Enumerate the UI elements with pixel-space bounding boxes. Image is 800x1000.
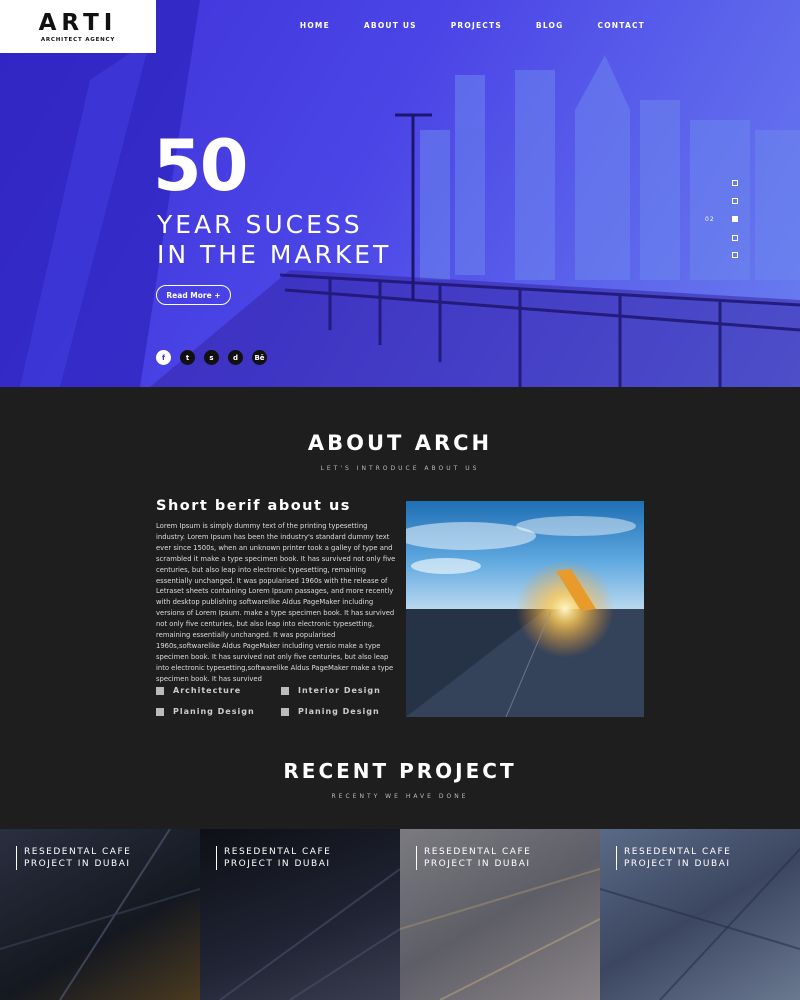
checkbox-icon: [156, 707, 164, 716]
read-more-button[interactable]: Read More +: [156, 285, 231, 305]
nav-about-us[interactable]: ABOUT US: [364, 21, 417, 30]
logo-title: ARTI: [38, 9, 118, 36]
slider-dot-5[interactable]: [732, 252, 738, 258]
project-caption-line2: PROJECT IN DUBAI: [24, 859, 131, 869]
slider-dot-2-inactive[interactable]: [732, 198, 738, 204]
slide-number: 02: [705, 216, 715, 223]
project-caption-line1: RESEDENTAL CAFE: [424, 847, 532, 857]
checkbox-icon: [281, 707, 289, 716]
hero-section: ARTI ARCHITECT AGENCY HOME ABOUT US PROJ…: [0, 0, 800, 387]
project-caption: RESEDENTAL CAFE PROJECT IN DUBAI: [616, 846, 731, 870]
feature-label: Planing Design: [173, 707, 255, 716]
project-caption-line2: PROJECT IN DUBAI: [424, 859, 531, 869]
slider-dot-4[interactable]: [732, 235, 738, 241]
logo-subtitle: ARCHITECT AGENCY: [40, 36, 116, 43]
feature-label: Interior Design: [298, 686, 381, 695]
about-subtitle: LET'S INTRODUCE ABOUT US: [320, 465, 480, 472]
project-caption-line1: RESEDENTAL CAFE: [24, 847, 132, 857]
project-caption-line2: PROJECT IN DUBAI: [624, 859, 731, 869]
brief-title: Short berif about us: [156, 498, 351, 514]
feature-planing-design: Planing Design: [156, 707, 255, 716]
feature-interior-design: Interior Design: [281, 686, 381, 695]
feature-label: Planing Design: [298, 707, 380, 716]
skype-icon[interactable]: s: [204, 350, 219, 365]
hero-headline-line1: YEAR SUCESS: [157, 210, 363, 239]
nav-blog[interactable]: BLOG: [536, 21, 564, 30]
facebook-icon[interactable]: f: [156, 350, 171, 365]
project-caption-line2: PROJECT IN DUBAI: [224, 859, 331, 869]
slider-dot-active[interactable]: [732, 216, 738, 222]
nav-home[interactable]: HOME: [300, 21, 330, 30]
project-caption: RESEDENTAL CAFE PROJECT IN DUBAI: [416, 846, 531, 870]
social-links: f t s d Bē: [156, 350, 276, 365]
main-nav: HOME ABOUT US PROJECTS BLOG CONTACT: [300, 21, 645, 30]
checkbox-icon: [156, 686, 164, 695]
project-caption: RESEDENTAL CAFE PROJECT IN DUBAI: [16, 846, 131, 870]
twitter-icon[interactable]: t: [180, 350, 195, 365]
brief-text: Lorem Ipsum is simply dummy text of the …: [156, 522, 396, 683]
recent-subtitle: RECENTY WE HAVE DONE: [331, 793, 469, 800]
project-card-1[interactable]: RESEDENTAL CAFE PROJECT IN DUBAI: [0, 829, 200, 1000]
feature-label: Architecture: [173, 686, 242, 695]
slider-dot-1[interactable]: [732, 180, 738, 186]
project-caption: RESEDENTAL CAFE PROJECT IN DUBAI: [216, 846, 331, 870]
checkbox-icon: [281, 686, 289, 695]
project-caption-line1: RESEDENTAL CAFE: [224, 847, 332, 857]
hero-background-city: [0, 0, 800, 387]
dribbble-icon[interactable]: d: [228, 350, 243, 365]
about-image-airplane: [406, 501, 644, 717]
project-card-2[interactable]: RESEDENTAL CAFE PROJECT IN DUBAI: [200, 829, 400, 1000]
recent-title: RECENT PROJECT: [283, 759, 517, 783]
about-title: ABOUT ARCH: [307, 431, 493, 455]
project-caption-line1: RESEDENTAL CAFE: [624, 847, 732, 857]
feature-architecture: Architecture: [156, 686, 241, 695]
logo[interactable]: ARTI ARCHITECT AGENCY: [0, 0, 156, 53]
feature-planing-design-2: Planing Design: [281, 707, 380, 716]
project-card-3[interactable]: RESEDENTAL CAFE PROJECT IN DUBAI: [400, 829, 600, 1000]
hero-headline-line2: IN THE MARKET: [157, 240, 392, 269]
hero-number: 50: [153, 125, 248, 207]
nav-contact[interactable]: CONTACT: [597, 21, 645, 30]
nav-projects[interactable]: PROJECTS: [451, 21, 502, 30]
behance-icon[interactable]: Bē: [252, 350, 267, 365]
project-card-4[interactable]: RESEDENTAL CAFE PROJECT IN DUBAI: [600, 829, 800, 1000]
